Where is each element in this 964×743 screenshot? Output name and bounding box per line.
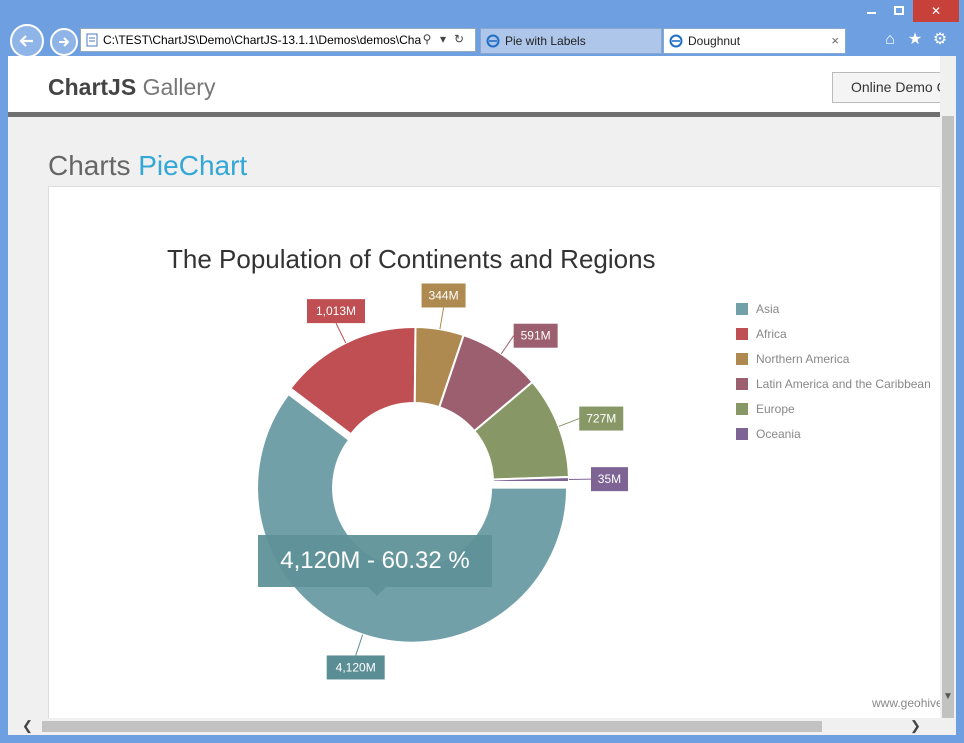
legend-item[interactable]: Europe — [736, 402, 931, 427]
horizontal-scrollbar[interactable]: ❮ ❯ — [8, 718, 956, 735]
page-title: Charts PieChart — [48, 150, 248, 181]
scroll-right-icon[interactable]: ❯ — [910, 718, 921, 734]
back-arrow-icon — [19, 35, 33, 47]
legend-swatch — [736, 428, 748, 440]
ie-icon — [669, 34, 683, 48]
leader-line — [558, 418, 580, 427]
dropdown-icon[interactable]: ▾ — [435, 32, 451, 46]
minimize-icon — [866, 12, 876, 14]
online-demo-button[interactable]: Online Demo G — [832, 72, 952, 103]
legend-label: Oceania — [756, 427, 801, 441]
horizontal-scroll-thumb[interactable] — [42, 721, 822, 732]
legend-swatch — [736, 328, 748, 340]
legend-label: Latin America and the Caribbean — [756, 377, 931, 391]
data-source-text: www.geohive — [872, 696, 943, 710]
legend-item[interactable]: Latin America and the Caribbean — [736, 377, 931, 402]
tab-label: Pie with Labels — [505, 34, 586, 48]
address-bar[interactable]: C:\TEST\ChartJS\Demo\ChartJS-13.1.1\Demo… — [80, 28, 476, 52]
maximize-icon — [894, 6, 904, 15]
favorites-star-icon[interactable]: ★ — [905, 30, 925, 50]
data-label: 727M — [586, 412, 616, 426]
data-label: 35M — [598, 472, 621, 486]
ie-icon — [486, 34, 500, 48]
maximize-button[interactable] — [885, 0, 913, 22]
leader-line — [335, 322, 347, 344]
data-label: 1,013M — [316, 304, 356, 318]
chart-tooltip: 4,120M - 60.32 % — [258, 535, 492, 587]
site-header: ChartJS Gallery Online Demo G — [8, 56, 952, 117]
site-brand[interactable]: ChartJS Gallery — [48, 74, 215, 101]
tab-close-icon[interactable]: × — [831, 29, 839, 53]
legend-item[interactable]: Asia — [736, 302, 931, 327]
legend-label: Europe — [756, 402, 795, 416]
settings-gear-icon[interactable]: ⚙ — [930, 30, 950, 50]
chart-legend: Asia Africa Northern America Latin America … — [736, 302, 931, 452]
close-button[interactable]: ✕ — [913, 0, 959, 22]
vertical-scrollbar[interactable]: ▼ — [940, 56, 956, 726]
back-button[interactable] — [10, 24, 44, 58]
close-icon: ✕ — [930, 4, 942, 18]
tab-doughnut[interactable]: Doughnut × — [663, 28, 846, 54]
tooltip-arrow — [368, 587, 386, 596]
leader-line — [439, 307, 445, 330]
forward-button[interactable] — [50, 28, 78, 56]
refresh-icon[interactable]: ↻ — [451, 32, 467, 46]
legend-swatch — [736, 303, 748, 315]
data-label: 344M — [429, 288, 459, 302]
tab-label: Doughnut — [688, 34, 741, 48]
legend-swatch — [736, 353, 748, 365]
page-icon — [86, 33, 98, 47]
data-label: 4,120M — [336, 660, 376, 674]
tab-pie-with-labels[interactable]: Pie with Labels — [480, 28, 662, 54]
scroll-left-icon[interactable]: ❮ — [22, 718, 33, 734]
chart-title: The Population of Continents and Regions — [167, 244, 656, 274]
leader-line — [500, 335, 515, 355]
data-label: 591M — [521, 329, 551, 343]
legend-swatch — [736, 403, 748, 415]
title-bar: ✕ — [0, 0, 964, 26]
legend-item[interactable]: Oceania — [736, 427, 931, 452]
scroll-down-icon[interactable]: ▼ — [942, 691, 954, 703]
legend-swatch — [736, 378, 748, 390]
address-text: C:\TEST\ChartJS\Demo\ChartJS-13.1.1\Demo… — [103, 33, 421, 47]
search-icon[interactable]: ⚲ — [419, 32, 435, 46]
home-icon[interactable]: ⌂ — [880, 30, 900, 50]
legend-item[interactable]: Northern America — [736, 352, 931, 377]
leader-line — [355, 634, 364, 656]
legend-item[interactable]: Africa — [736, 327, 931, 352]
legend-label: Africa — [756, 327, 787, 341]
legend-label: Asia — [756, 302, 780, 316]
minimize-button[interactable] — [857, 0, 885, 22]
forward-arrow-icon — [59, 37, 70, 47]
vertical-scroll-thumb[interactable] — [942, 116, 954, 726]
legend-label: Northern America — [756, 352, 850, 366]
